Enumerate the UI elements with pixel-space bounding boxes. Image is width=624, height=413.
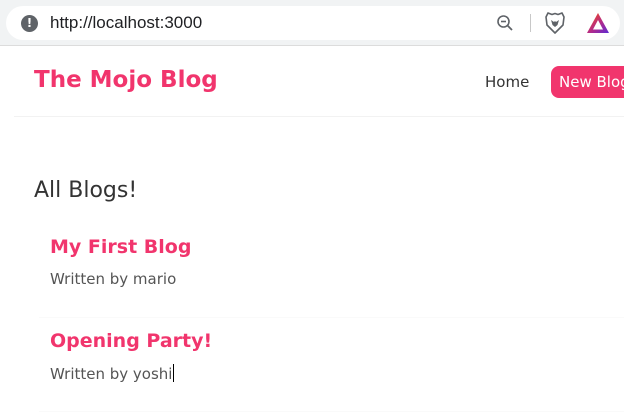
info-icon[interactable]: ! xyxy=(21,15,38,32)
blog-author: Written by yoshi xyxy=(50,365,173,383)
site-title[interactable]: The Mojo Blog xyxy=(34,67,218,93)
blog-title[interactable]: Opening Party! xyxy=(50,330,212,352)
navbar: The Mojo Blog Home New Blog xyxy=(14,47,624,117)
new-blog-button[interactable]: New Blog xyxy=(551,66,624,98)
nav-link-home[interactable]: Home xyxy=(485,73,529,91)
blog-preview[interactable]: Opening Party! Written by yoshi xyxy=(39,330,624,412)
blog-list: All Blogs! My First Blog Written by mari… xyxy=(34,178,624,412)
url-text[interactable]: http://localhost:3000 xyxy=(50,13,202,33)
blog-author-line: Written by yoshi xyxy=(50,364,175,383)
blog-author: Written by mario xyxy=(50,270,177,288)
page-heading: All Blogs! xyxy=(34,178,138,203)
blog-title[interactable]: My First Blog xyxy=(50,236,191,258)
toolbar-separator xyxy=(530,14,531,32)
text-cursor xyxy=(173,364,175,382)
blog-preview[interactable]: My First Blog Written by mario xyxy=(39,236,624,318)
zoom-out-icon[interactable] xyxy=(496,14,514,32)
brave-lion-icon[interactable] xyxy=(544,11,566,35)
brave-rewards-triangle-icon[interactable] xyxy=(586,12,610,34)
address-bar[interactable]: ! http://localhost:3000 xyxy=(6,6,620,40)
browser-toolbar: ! http://localhost:3000 xyxy=(0,0,624,46)
